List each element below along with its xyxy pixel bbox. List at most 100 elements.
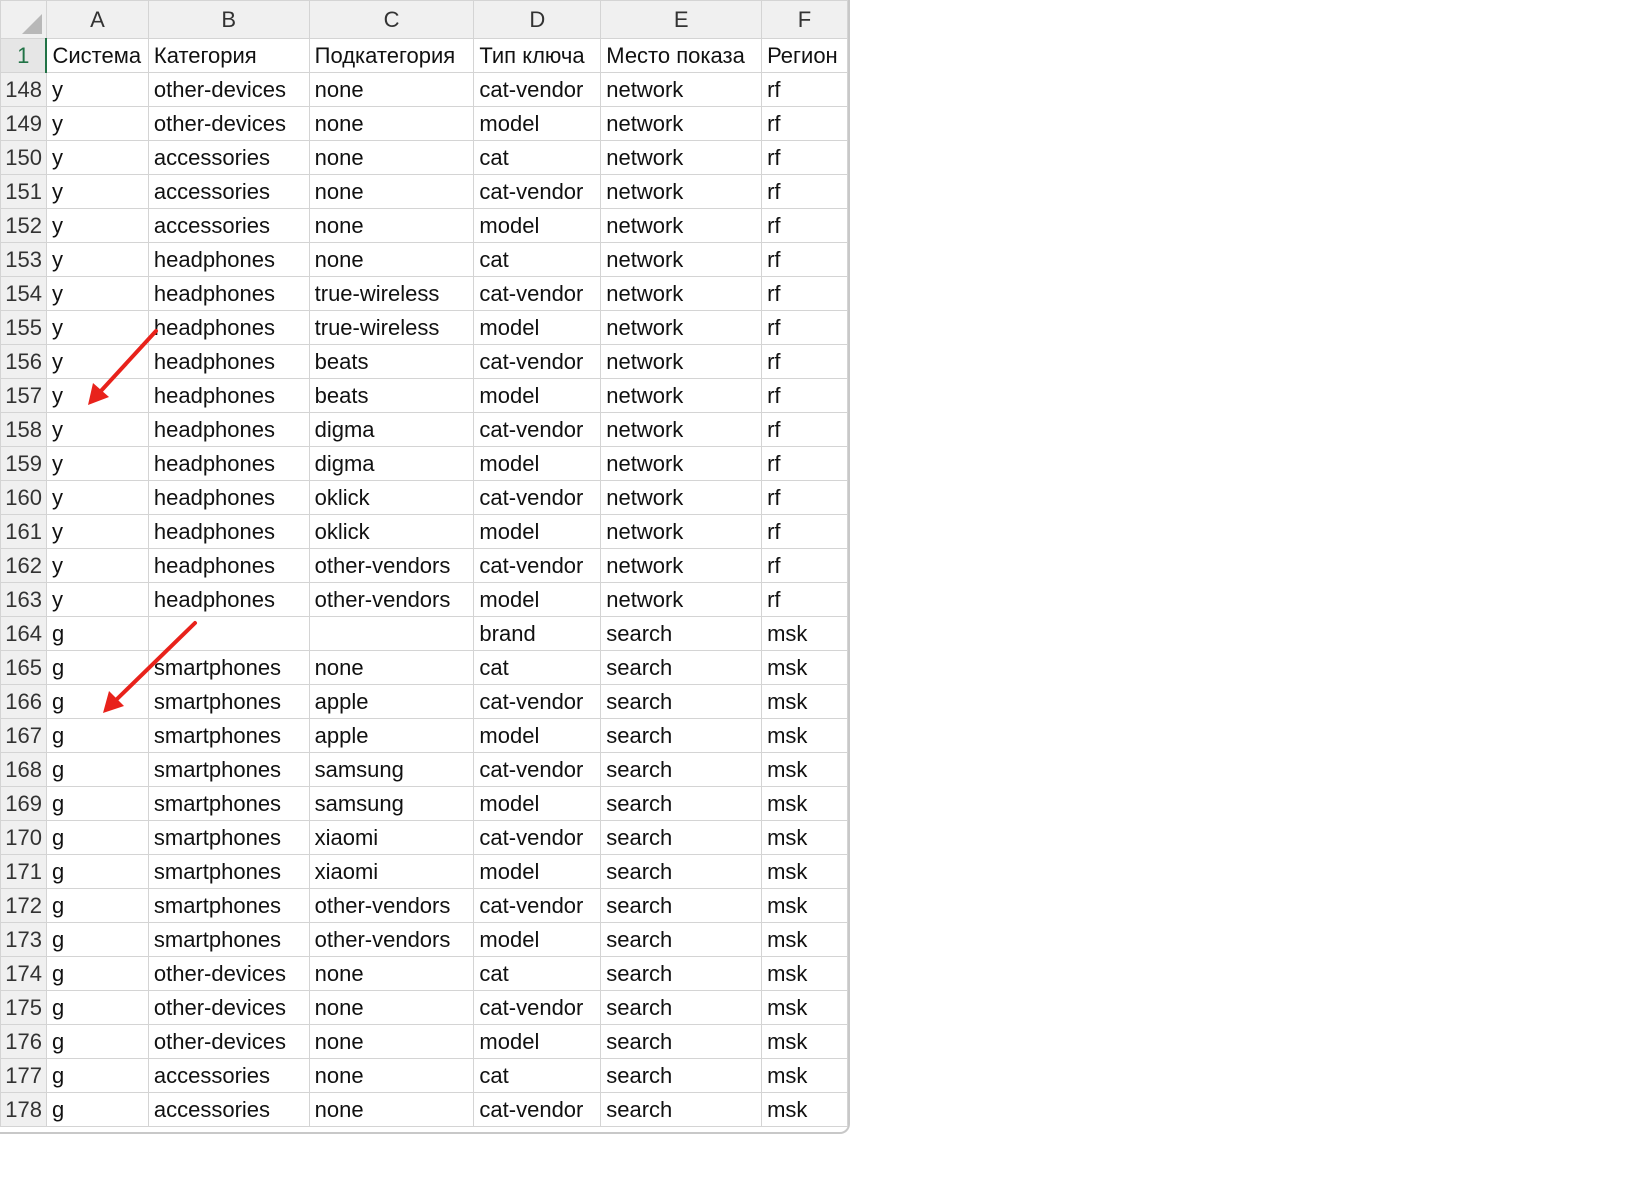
cell-category[interactable]: headphones [147, 514, 310, 549]
cell-system[interactable]: g [45, 990, 149, 1025]
cell-region[interactable]: msk [761, 616, 848, 651]
cell-category[interactable]: accessories [147, 140, 310, 175]
cell-placement[interactable]: network [600, 174, 763, 209]
cell-placement[interactable]: network [600, 72, 763, 107]
cell-key-type[interactable]: model [473, 514, 602, 549]
cell-category[interactable]: headphones [147, 582, 310, 617]
cell-key-type[interactable]: cat-vendor [473, 752, 602, 787]
cell-key-type[interactable]: model [473, 582, 602, 617]
cell-placement[interactable]: network [600, 310, 763, 345]
cell-category[interactable]: smartphones [147, 854, 310, 889]
cell-system[interactable]: y [45, 582, 149, 617]
cell-region[interactable]: rf [761, 310, 848, 345]
cell-placement[interactable]: search [600, 718, 763, 753]
cell-region[interactable]: msk [761, 1058, 848, 1093]
row-header[interactable]: 155 [0, 310, 47, 345]
cell-key-type[interactable]: model [473, 718, 602, 753]
cell-key-type[interactable]: cat-vendor [473, 990, 602, 1025]
cell-category[interactable]: accessories [147, 1058, 310, 1093]
cell-system[interactable]: g [45, 650, 149, 685]
cell-category[interactable]: accessories [147, 1092, 310, 1127]
row-header[interactable]: 154 [0, 276, 47, 311]
cell-key-type[interactable]: cat [473, 956, 602, 991]
cell-region[interactable]: msk [761, 956, 848, 991]
cell-category[interactable]: headphones [147, 276, 310, 311]
cell-header-subcategory[interactable]: Подкатегория [308, 38, 475, 73]
cell-region[interactable]: rf [761, 242, 848, 277]
cell-placement[interactable]: network [600, 208, 763, 243]
cell-placement[interactable]: search [600, 1024, 763, 1059]
cell-system[interactable]: y [45, 446, 149, 481]
cell-region[interactable]: rf [761, 72, 848, 107]
cell-region[interactable]: msk [761, 684, 848, 719]
cell-subcategory[interactable]: other-vendors [308, 922, 475, 957]
cell-category[interactable]: other-devices [147, 956, 310, 991]
cell-subcategory[interactable]: apple [308, 684, 475, 719]
cell-category[interactable]: smartphones [147, 650, 310, 685]
row-header[interactable]: 169 [0, 786, 47, 821]
cell-system[interactable]: y [45, 174, 149, 209]
row-header[interactable]: 173 [0, 922, 47, 957]
row-header[interactable]: 1 [0, 38, 47, 73]
cell-placement[interactable]: search [600, 1092, 763, 1127]
cell-region[interactable]: msk [761, 820, 848, 855]
cell-header-placement[interactable]: Место показа [600, 38, 763, 73]
cell-placement[interactable]: search [600, 922, 763, 957]
cell-category[interactable]: headphones [147, 310, 310, 345]
cell-region[interactable]: rf [761, 412, 848, 447]
cell-category[interactable]: headphones [147, 344, 310, 379]
row-header[interactable]: 176 [0, 1024, 47, 1059]
row-header[interactable]: 164 [0, 616, 47, 651]
cell-region[interactable]: msk [761, 922, 848, 957]
cell-system[interactable]: g [45, 888, 149, 923]
cell-category[interactable]: headphones [147, 242, 310, 277]
cell-system[interactable]: y [45, 514, 149, 549]
cell-subcategory[interactable] [308, 616, 475, 651]
row-header[interactable]: 171 [0, 854, 47, 889]
row-header[interactable]: 172 [0, 888, 47, 923]
cell-category[interactable]: smartphones [147, 820, 310, 855]
cell-category[interactable]: smartphones [147, 888, 310, 923]
row-header[interactable]: 149 [0, 106, 47, 141]
column-header-c[interactable]: C [308, 0, 475, 39]
cell-subcategory[interactable]: none [308, 1058, 475, 1093]
cell-region[interactable]: rf [761, 582, 848, 617]
cell-subcategory[interactable]: apple [308, 718, 475, 753]
cell-key-type[interactable]: model [473, 106, 602, 141]
cell-region[interactable]: msk [761, 718, 848, 753]
row-header[interactable]: 175 [0, 990, 47, 1025]
cell-system[interactable]: g [45, 1058, 149, 1093]
cell-placement[interactable]: network [600, 446, 763, 481]
cell-placement[interactable]: network [600, 242, 763, 277]
cell-category[interactable]: headphones [147, 378, 310, 413]
cell-key-type[interactable]: cat-vendor [473, 72, 602, 107]
row-header[interactable]: 165 [0, 650, 47, 685]
row-header[interactable]: 160 [0, 480, 47, 515]
row-header[interactable]: 158 [0, 412, 47, 447]
cell-subcategory[interactable]: none [308, 106, 475, 141]
row-header[interactable]: 153 [0, 242, 47, 277]
cell-subcategory[interactable]: true-wireless [308, 276, 475, 311]
cell-placement[interactable]: network [600, 514, 763, 549]
cell-category[interactable]: other-devices [147, 990, 310, 1025]
cell-subcategory[interactable]: none [308, 208, 475, 243]
cell-system[interactable]: g [45, 786, 149, 821]
cell-key-type[interactable]: model [473, 310, 602, 345]
cell-placement[interactable]: network [600, 140, 763, 175]
cell-key-type[interactable]: brand [473, 616, 602, 651]
cell-placement[interactable]: network [600, 378, 763, 413]
cell-system[interactable]: g [45, 684, 149, 719]
cell-subcategory[interactable]: other-vendors [308, 888, 475, 923]
cell-category[interactable]: smartphones [147, 922, 310, 957]
column-header-d[interactable]: D [473, 0, 602, 39]
cell-subcategory[interactable]: oklick [308, 514, 475, 549]
cell-system[interactable]: g [45, 752, 149, 787]
cell-key-type[interactable]: cat-vendor [473, 412, 602, 447]
cell-category[interactable] [147, 616, 310, 651]
cell-system[interactable]: y [45, 72, 149, 107]
cell-subcategory[interactable]: true-wireless [308, 310, 475, 345]
cell-subcategory[interactable]: beats [308, 378, 475, 413]
cell-placement[interactable]: network [600, 276, 763, 311]
cell-placement[interactable]: network [600, 548, 763, 583]
cell-subcategory[interactable]: none [308, 1092, 475, 1127]
